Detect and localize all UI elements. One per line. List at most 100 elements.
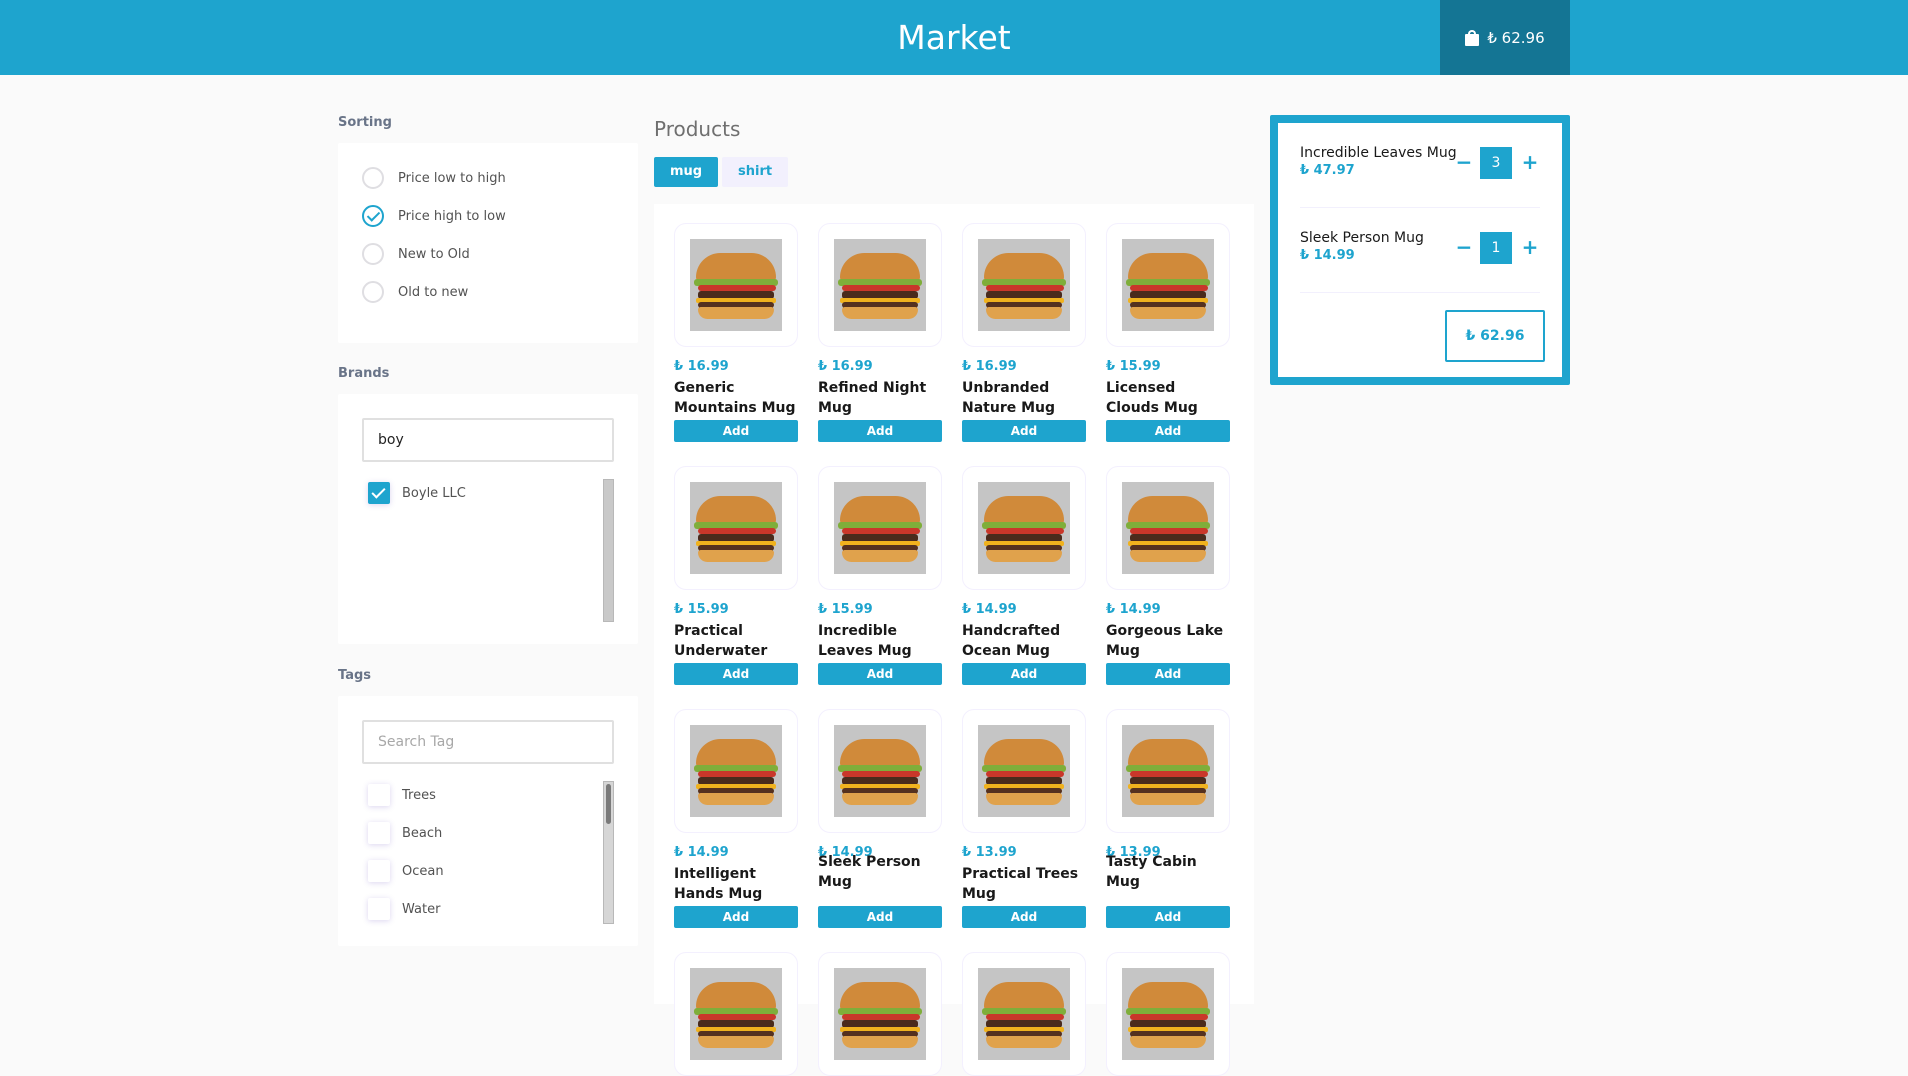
brand-search-input[interactable] (362, 418, 614, 462)
product-name: Practical Underwater Mug (674, 623, 768, 679)
tag-item-trees[interactable]: Trees (368, 784, 436, 806)
product-image (834, 482, 926, 574)
radio-icon[interactable] (362, 281, 384, 303)
product-card: ₺ 13.99 Tasty Cabin Mug Add (1106, 709, 1230, 928)
sort-option-label: Price high to low (398, 208, 506, 224)
radio-checked-icon[interactable] (362, 205, 384, 227)
tags-scrollbar[interactable] (603, 781, 614, 924)
basket-divider (1300, 207, 1540, 208)
add-to-basket-button[interactable]: Add (674, 420, 798, 442)
product-price: ₺ 16.99 (962, 359, 1017, 374)
product-image-frame (818, 466, 942, 590)
product-image-frame (962, 709, 1086, 833)
product-card: ₺ 13.99 Practical Trees Mug Add (962, 709, 1086, 928)
decrease-qty-button[interactable]: − (1452, 148, 1476, 176)
product-name: Generic Mountains Mug (674, 380, 796, 416)
product-name: Licensed Clouds Mug (1106, 380, 1198, 416)
checkbox-checked-icon[interactable] (368, 482, 390, 504)
tags-scrollbar-thumb[interactable] (606, 784, 611, 824)
tag-item-water[interactable]: Water (368, 898, 440, 920)
product-grid: ₺ 16.99 Generic Mountains Mug Add ₺ 16.99 Re… (654, 204, 1254, 1076)
products-title: Products (654, 117, 741, 141)
product-name: Sleek Person Mug (818, 854, 921, 890)
tag-item-beach[interactable]: Beach (368, 822, 442, 844)
add-to-basket-button[interactable]: Add (962, 663, 1086, 685)
product-image (690, 725, 782, 817)
radio-icon[interactable] (362, 167, 384, 189)
sort-option-price-high-low[interactable]: Price high to low (362, 205, 506, 227)
product-name: Refined Night Mug (818, 380, 927, 416)
product-image (690, 239, 782, 331)
product-image-frame (674, 952, 798, 1076)
basket-item-name: Incredible Leaves Mug (1300, 145, 1457, 161)
checkbox-icon[interactable] (368, 860, 390, 882)
product-image (690, 482, 782, 574)
add-to-basket-button[interactable]: Add (962, 420, 1086, 442)
add-to-basket-button[interactable]: Add (818, 420, 942, 442)
product-name: Practical Trees Mug (962, 866, 1079, 902)
product-image-frame (674, 223, 798, 347)
increase-qty-button[interactable]: + (1518, 233, 1542, 261)
product-card: ₺ 15.99 Licensed Clouds Mug Add (1106, 223, 1230, 442)
increase-qty-button[interactable]: + (1518, 148, 1542, 176)
sort-option-new-old[interactable]: New to Old (362, 243, 470, 265)
product-price: ₺ 16.99 (674, 359, 729, 374)
tab-shirt[interactable]: shirt (722, 157, 789, 187)
product-card: ₺ 16.99 Refined Night Mug Add (818, 223, 942, 442)
checkbox-icon[interactable] (368, 898, 390, 920)
product-image (834, 968, 926, 1060)
product-card: ₺ 16.99 Unbranded Nature Mug Add (962, 223, 1086, 442)
product-image (834, 239, 926, 331)
tag-item-label: Ocean (402, 863, 444, 879)
product-price: ₺ 14.99 (1106, 602, 1161, 617)
brand-item-label: Boyle LLC (402, 485, 466, 501)
product-image (1122, 239, 1214, 331)
sort-option-label: New to Old (398, 246, 470, 262)
checkbox-icon[interactable] (368, 822, 390, 844)
product-card: ₺ 14.99 Gorgeous Lake Mug Add (1106, 466, 1230, 685)
add-to-basket-button[interactable]: Add (674, 906, 798, 928)
product-name: Unbranded Nature Mug (962, 380, 1056, 416)
add-to-basket-button[interactable]: Add (1106, 420, 1230, 442)
basket-total-button[interactable]: ₺ 62.96 (1445, 310, 1545, 362)
basket-item-qty: 3 (1480, 147, 1512, 179)
add-to-basket-button[interactable]: Add (1106, 663, 1230, 685)
product-name: Incredible Leaves Mug (818, 623, 912, 659)
sort-option-old-new[interactable]: Old to new (362, 281, 468, 303)
brand-item[interactable]: Boyle LLC (368, 482, 466, 504)
add-to-basket-button[interactable]: Add (818, 663, 942, 685)
checkbox-icon[interactable] (368, 784, 390, 806)
product-image (978, 482, 1070, 574)
add-to-basket-button[interactable]: Add (962, 906, 1086, 928)
brands-scrollbar[interactable] (603, 479, 614, 622)
basket-divider (1300, 292, 1540, 293)
product-image-frame (1106, 709, 1230, 833)
basket-item-name: Sleek Person Mug (1300, 230, 1424, 246)
product-image-frame (962, 223, 1086, 347)
product-card: ₺ 14.99 Handcrafted Ocean Mug Add (962, 466, 1086, 685)
add-to-basket-button[interactable]: Add (674, 663, 798, 685)
decrease-qty-button[interactable]: − (1452, 233, 1476, 261)
brands-panel: Boyle LLC (338, 394, 638, 644)
product-name: Handcrafted Ocean Mug (962, 623, 1061, 659)
add-to-basket-button[interactable]: Add (818, 906, 942, 928)
product-image-frame (962, 952, 1086, 1076)
product-image (834, 725, 926, 817)
product-image (1122, 968, 1214, 1060)
tag-search-input[interactable] (362, 720, 614, 764)
add-to-basket-button[interactable]: Add (1106, 906, 1230, 928)
tab-mug[interactable]: mug (654, 157, 719, 187)
shopping-bag-icon (1465, 29, 1480, 46)
tag-item-ocean[interactable]: Ocean (368, 860, 444, 882)
sort-option-label: Old to new (398, 284, 469, 300)
tag-item-label: Water (402, 901, 441, 917)
product-price: ₺ 15.99 (818, 602, 873, 617)
product-image (1122, 482, 1214, 574)
tags-panel: Trees Beach Ocean Water (338, 696, 638, 946)
basket-button[interactable]: ₺ 62.96 (1440, 0, 1570, 75)
sort-option-price-low-high[interactable]: Price low to high (362, 167, 506, 189)
product-image-frame (818, 709, 942, 833)
basket-item-qty: 1 (1480, 232, 1512, 264)
basket-item: Sleek Person Mug ₺ 14.99 − 1 + (1300, 230, 1540, 300)
radio-icon[interactable] (362, 243, 384, 265)
